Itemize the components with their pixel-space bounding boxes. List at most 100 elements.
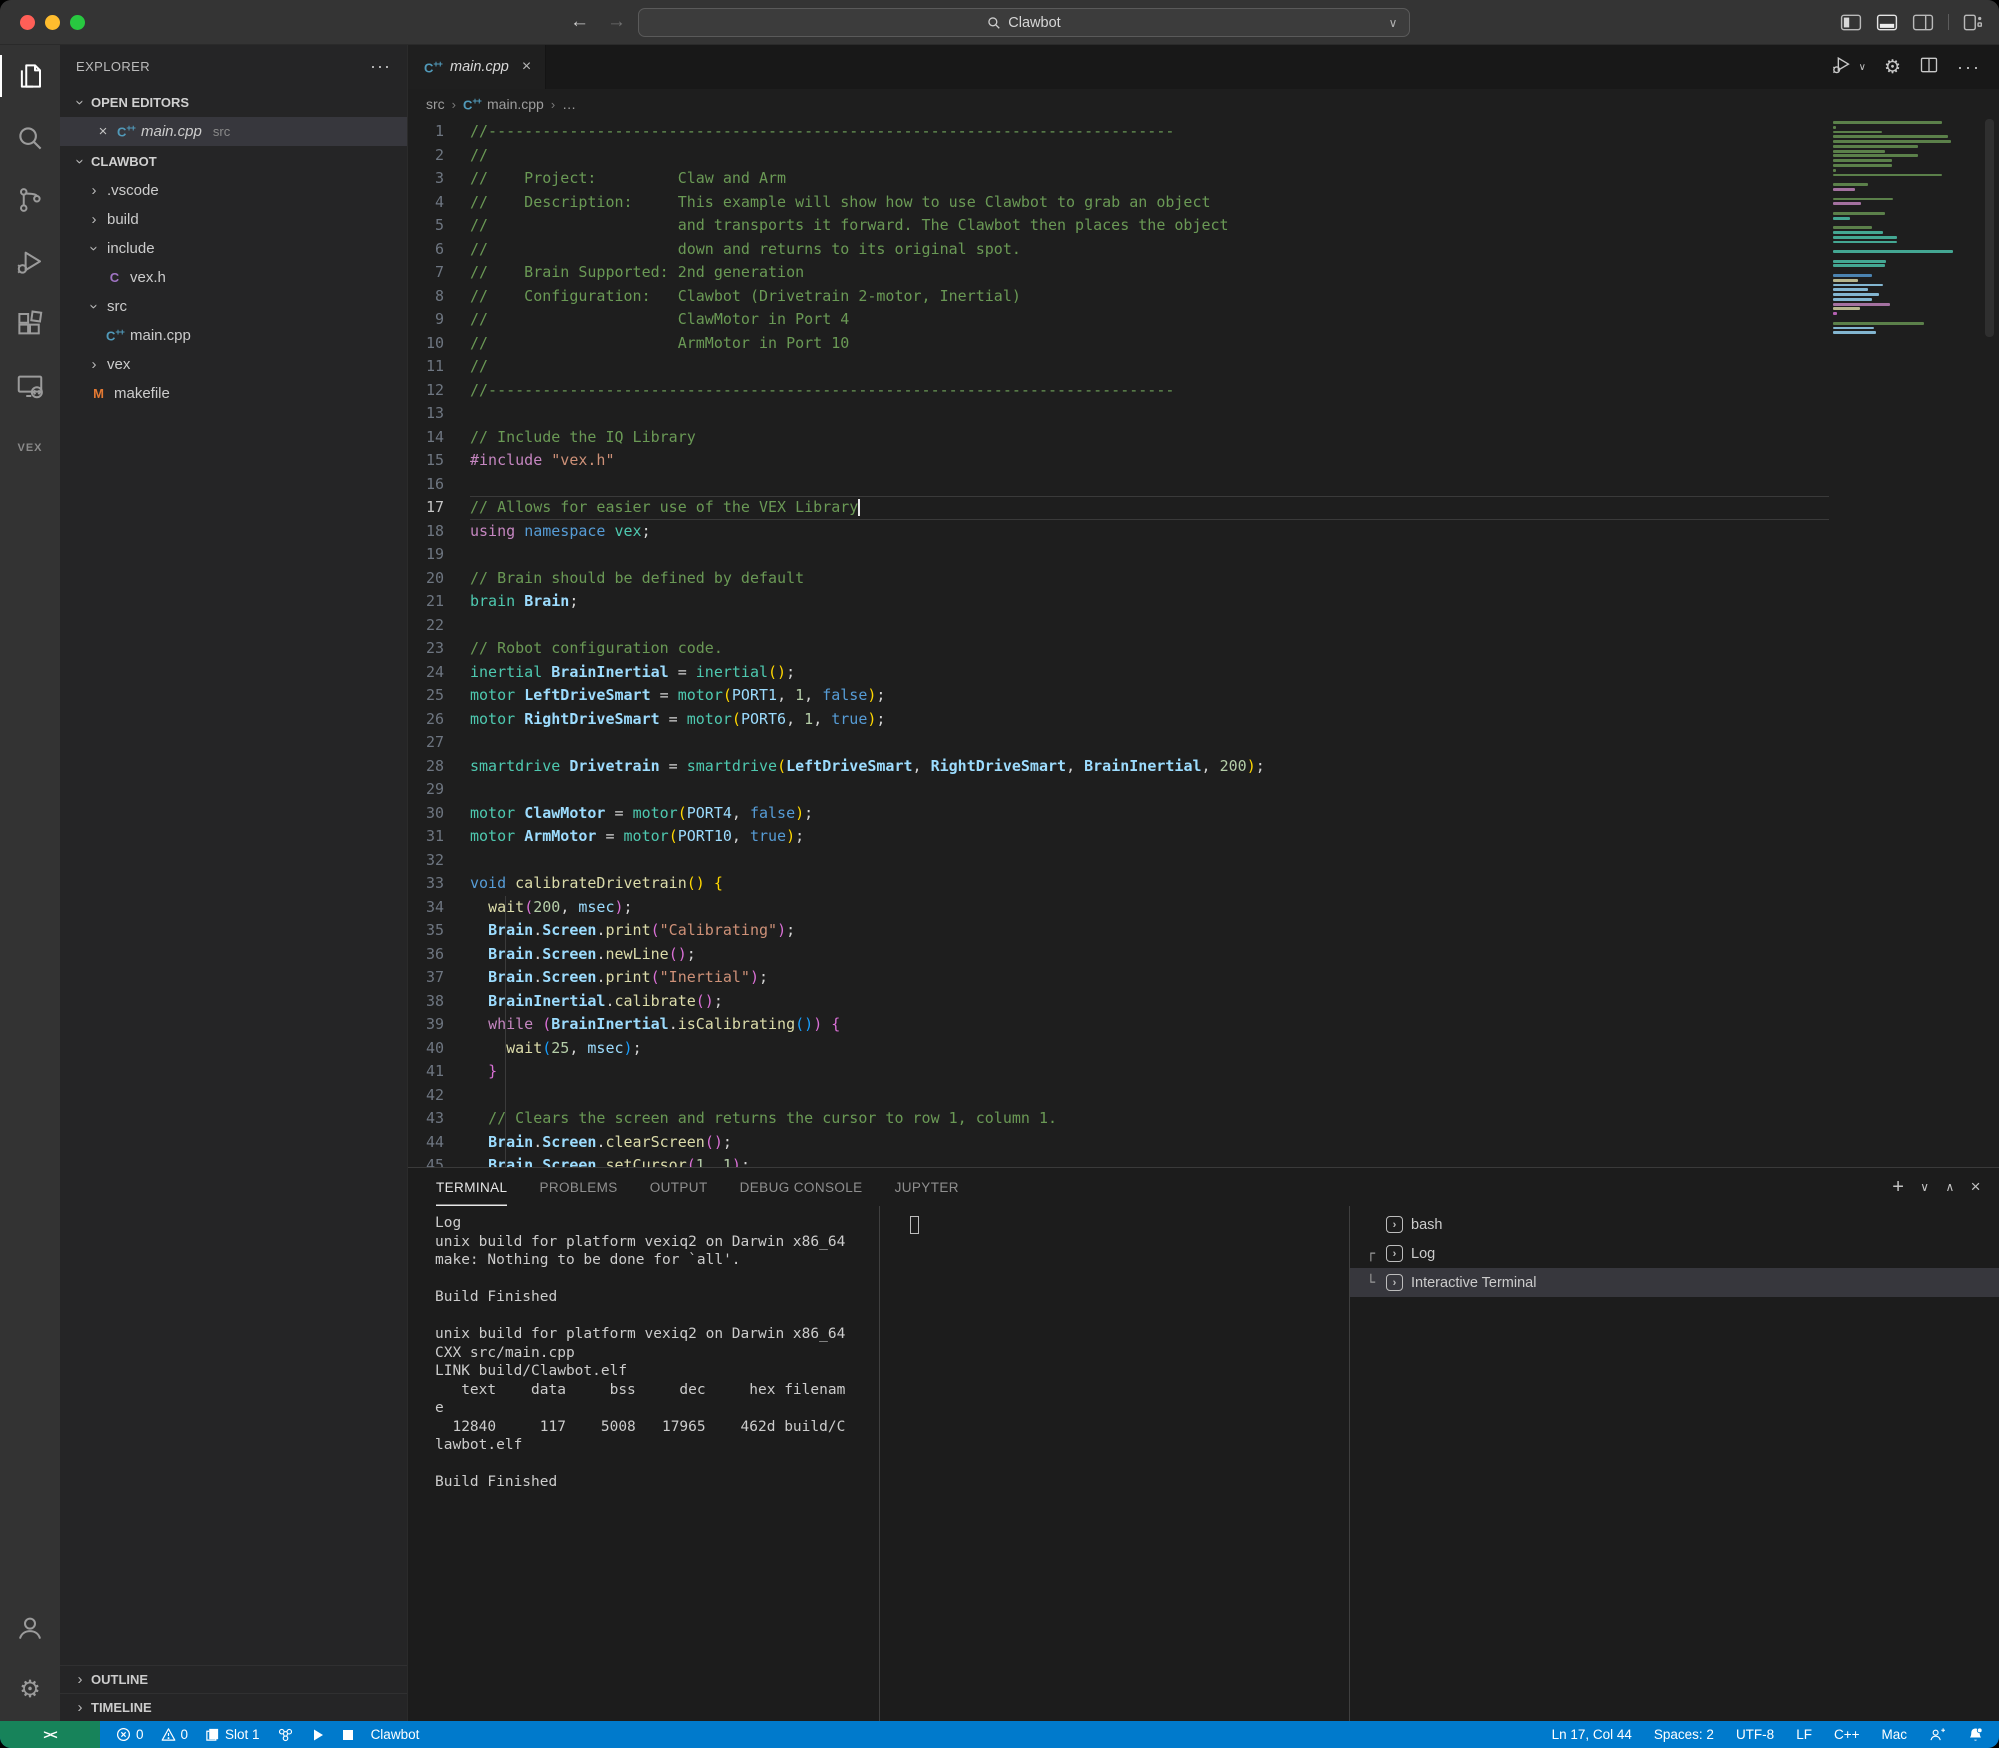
bell-icon[interactable]: [1968, 1726, 1983, 1743]
code-line[interactable]: 22: [408, 614, 1999, 638]
panel-tab-debug-console[interactable]: DEBUG CONSOLE: [740, 1168, 863, 1206]
interactive-terminal-pane[interactable]: [880, 1206, 1350, 1721]
code-line[interactable]: 38 BrainInertial.calibrate();: [408, 990, 1999, 1014]
code-line[interactable]: 19: [408, 543, 1999, 567]
code-line[interactable]: 1//-------------------------------------…: [408, 120, 1999, 144]
extensions-icon[interactable]: [0, 293, 60, 355]
minimize-window-button[interactable]: [45, 14, 60, 30]
code-line[interactable]: 18 using namespace vex;: [408, 520, 1999, 544]
breadcrumb[interactable]: src › C++ main.cpp ›…: [408, 89, 1999, 119]
search-icon[interactable]: [0, 107, 60, 169]
code-line[interactable]: 23// Robot configuration code.: [408, 637, 1999, 661]
code-line[interactable]: 13: [408, 402, 1999, 426]
line-number[interactable]: 28: [408, 755, 470, 779]
editor-scrollbar[interactable]: [1985, 119, 1994, 337]
status-lf[interactable]: LF: [1796, 1727, 1812, 1742]
code-line[interactable]: 35 Brain.Screen.print("Calibrating");: [408, 919, 1999, 943]
code-line[interactable]: 2//: [408, 144, 1999, 168]
line-number[interactable]: 36: [408, 943, 470, 967]
line-number[interactable]: 1: [408, 120, 470, 144]
run-debug-icon[interactable]: [0, 231, 60, 293]
settings-gear-icon[interactable]: ⚙: [1884, 58, 1901, 77]
line-number[interactable]: 22: [408, 614, 470, 638]
line-number[interactable]: 31: [408, 825, 470, 849]
run-dropdown-chevron-icon[interactable]: ∨: [1859, 62, 1866, 73]
slot-icon[interactable]: Slot 1: [205, 1727, 260, 1742]
section-outline[interactable]: › OUTLINE: [60, 1665, 407, 1693]
code-line[interactable]: 36 Brain.Screen.newLine();: [408, 943, 1999, 967]
line-number[interactable]: 13: [408, 402, 470, 426]
line-number[interactable]: 34: [408, 896, 470, 920]
terminal-dropdown-chevron-icon[interactable]: ∨: [1920, 1180, 1929, 1194]
line-number[interactable]: 32: [408, 849, 470, 873]
tree-item-src[interactable]: › src: [60, 292, 407, 321]
breadcrumb-item[interactable]: …: [562, 96, 576, 112]
code-line[interactable]: 11//: [408, 355, 1999, 379]
code-line[interactable]: 3// Project: Claw and Arm: [408, 167, 1999, 191]
line-number[interactable]: 38: [408, 990, 470, 1014]
panel-tab-jupyter[interactable]: JUPYTER: [895, 1168, 959, 1206]
more-actions-icon[interactable]: ···: [370, 56, 391, 77]
tree-item-vscode[interactable]: › .vscode: [60, 176, 407, 205]
status-ln[interactable]: Ln 17, Col 44: [1552, 1727, 1632, 1742]
line-number[interactable]: 3: [408, 167, 470, 191]
line-number[interactable]: 40: [408, 1037, 470, 1061]
explorer-icon[interactable]: [0, 45, 60, 107]
code-line[interactable]: 20// Brain should be defined by default: [408, 567, 1999, 591]
workspace-root-header[interactable]: › CLAWBOT: [60, 146, 407, 176]
code-line[interactable]: 30 motor ClawMotor = motor(PORT4, false);: [408, 802, 1999, 826]
toggle-secondary-sidebar-icon[interactable]: [1912, 14, 1934, 31]
line-number[interactable]: 29: [408, 778, 470, 802]
code-line[interactable]: 25 motor LeftDriveSmart = motor(PORT1, 1,…: [408, 684, 1999, 708]
close-tab-icon[interactable]: ×: [522, 58, 531, 76]
code-line[interactable]: 28 smartdrive Drivetrain = smartdrive(Lef…: [408, 755, 1999, 779]
line-number[interactable]: 11: [408, 355, 470, 379]
code-line[interactable]: 8// Configuration: Clawbot (Drivetrain 2…: [408, 285, 1999, 309]
line-number[interactable]: 2: [408, 144, 470, 168]
tree-item-build[interactable]: › build: [60, 205, 407, 234]
more-actions-icon[interactable]: ···: [1957, 57, 1981, 78]
line-number[interactable]: 19: [408, 543, 470, 567]
code-line[interactable]: 21 brain Brain;: [408, 590, 1999, 614]
line-number[interactable]: 39: [408, 1013, 470, 1037]
breadcrumb-item[interactable]: main.cpp: [487, 96, 544, 112]
code-line[interactable]: 39 while (BrainInertial.isCalibrating())…: [408, 1013, 1999, 1037]
code-line[interactable]: 15 #include "vex.h": [408, 449, 1999, 473]
code-line[interactable]: 10// ArmMotor in Port 10: [408, 332, 1999, 356]
close-window-button[interactable]: [20, 14, 35, 30]
line-number[interactable]: 35: [408, 919, 470, 943]
code-line[interactable]: 42: [408, 1084, 1999, 1108]
line-number[interactable]: 26: [408, 708, 470, 732]
line-number[interactable]: 23: [408, 637, 470, 661]
line-number[interactable]: 15: [408, 449, 470, 473]
open-editor-item[interactable]: × C++ main.cpp src: [60, 117, 407, 146]
code-line[interactable]: 27: [408, 731, 1999, 755]
code-line[interactable]: 31 motor ArmMotor = motor(PORT10, true);: [408, 825, 1999, 849]
line-number[interactable]: 45: [408, 1154, 470, 1167]
line-number[interactable]: 5: [408, 214, 470, 238]
line-number[interactable]: 7: [408, 261, 470, 285]
line-number[interactable]: 4: [408, 191, 470, 215]
code-line[interactable]: 33 void calibrateDrivetrain() {: [408, 872, 1999, 896]
tree-item-include[interactable]: › include: [60, 234, 407, 263]
line-number[interactable]: 37: [408, 966, 470, 990]
toggle-panel-icon[interactable]: [1876, 14, 1898, 31]
history-forward-icon[interactable]: →: [607, 11, 626, 33]
line-number[interactable]: 10: [408, 332, 470, 356]
status-spaces[interactable]: Spaces: 2: [1654, 1727, 1714, 1742]
code-line[interactable]: 29: [408, 778, 1999, 802]
line-number[interactable]: 30: [408, 802, 470, 826]
code-line[interactable]: 26 motor RightDriveSmart = motor(PORT6, 1…: [408, 708, 1999, 732]
play-icon[interactable]: [311, 1728, 325, 1742]
line-number[interactable]: 33: [408, 872, 470, 896]
line-number[interactable]: 21: [408, 590, 470, 614]
code-editor[interactable]: 1//-------------------------------------…: [408, 119, 1999, 1167]
code-line[interactable]: 14// Include the IQ Library: [408, 426, 1999, 450]
chevron-down-icon[interactable]: ∨: [1387, 16, 1399, 30]
code-line[interactable]: 43 // Clears the screen and returns the …: [408, 1107, 1999, 1131]
code-line[interactable]: 4// Description: This example will show …: [408, 191, 1999, 215]
close-editor-icon[interactable]: ×: [96, 123, 110, 140]
warning-icon[interactable]: 0: [161, 1727, 188, 1742]
terminal-list-item[interactable]: › bash: [1350, 1210, 1999, 1239]
code-line[interactable]: 12//------------------------------------…: [408, 379, 1999, 403]
